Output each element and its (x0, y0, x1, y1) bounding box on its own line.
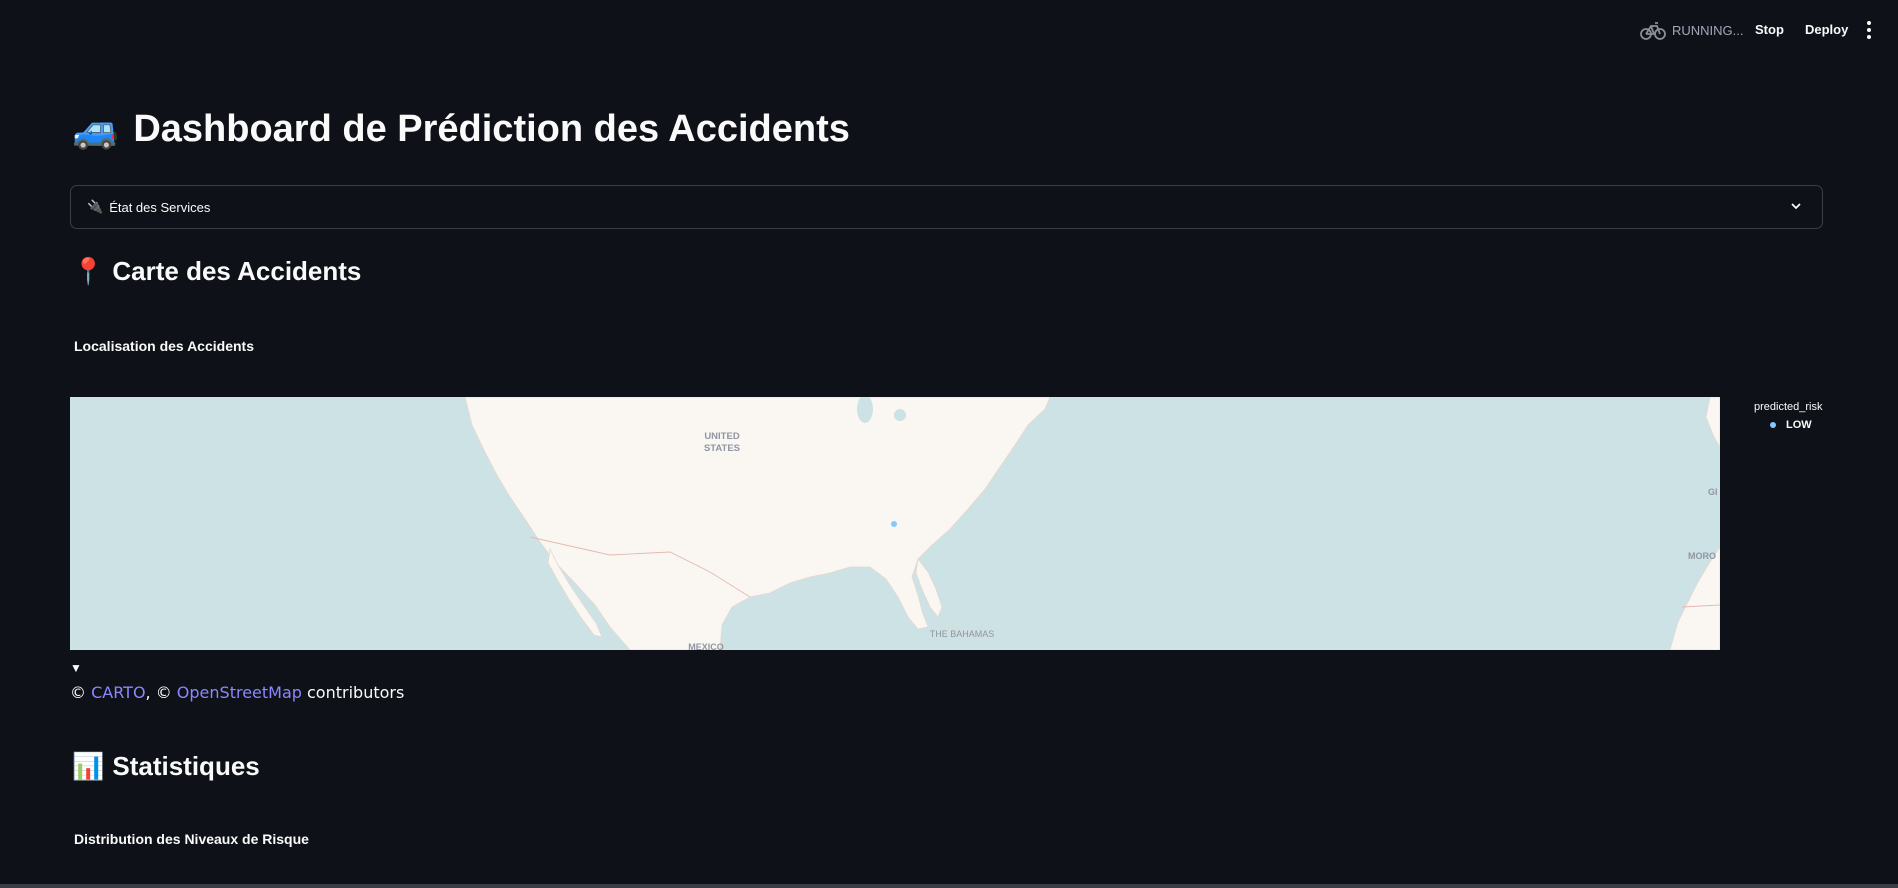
attribution-middle: , © (145, 683, 177, 702)
bar-chart-icon: 📊 (72, 751, 105, 782)
stats-heading-text: Statistiques (112, 751, 260, 781)
car-icon: 🚙 (72, 107, 120, 151)
status-text: RUNNING... (1672, 22, 1744, 38)
map-canvas: UNITED STATES MEXICO THE BAHAMAS MORO GI (464, 397, 1720, 650)
label-mexico: MEXICO (688, 642, 724, 650)
carto-link[interactable]: CARTO (91, 683, 145, 702)
stats-subheading: Distribution des Niveaux de Risque (74, 831, 309, 847)
deploy-button[interactable]: Deploy (1805, 22, 1848, 37)
attribution-suffix: contributors (301, 683, 405, 702)
map-attribution: © CARTO, © OpenStreetMap contributors (70, 683, 404, 702)
map-legend: predicted_risk LOW (1754, 401, 1822, 431)
label-us-1: UNITED (704, 431, 740, 442)
label-morocco: MORO (1688, 551, 1716, 561)
legend-title: predicted_risk (1754, 401, 1823, 413)
plug-icon: 🔌 (87, 199, 104, 215)
chevron-down-icon (1790, 200, 1802, 215)
morocco-land (1669, 546, 1720, 650)
page-title-text: Dashboard de Prédiction des Accidents (133, 108, 850, 150)
bottom-scrollbar[interactable] (0, 884, 1898, 888)
osm-link[interactable]: OpenStreetMap (177, 683, 302, 702)
map-heading-text: Carte des Accidents (112, 256, 362, 286)
accident-point[interactable] (891, 521, 897, 527)
stop-button[interactable]: Stop (1755, 22, 1784, 37)
attribution-toggle[interactable]: ▼ (70, 661, 82, 675)
vertical-dots-icon[interactable] (1864, 21, 1874, 39)
pin-icon: 📍 (72, 256, 105, 287)
north-america-land (464, 397, 1051, 650)
toolbar: RUNNING... Stop Deploy (0, 0, 1898, 60)
stats-heading: 📊 Statistiques (72, 751, 260, 782)
label-us-2: STATES (704, 443, 740, 454)
services-expander[interactable]: 🔌 État des Services (70, 185, 1823, 229)
accident-map[interactable]: UNITED STATES MEXICO THE BAHAMAS MORO GI (70, 397, 1720, 650)
map-subheading: Localisation des Accidents (74, 338, 254, 354)
page-title: 🚙 Dashboard de Prédiction des Accidents (72, 107, 850, 152)
attribution-prefix: © (70, 683, 92, 702)
label-bahamas: THE BAHAMAS (930, 629, 995, 639)
legend-dot (1770, 422, 1776, 428)
bicycle-icon (1640, 20, 1666, 40)
africa-land (1705, 397, 1720, 448)
running-status: RUNNING... (1640, 20, 1744, 40)
expander-label: État des Services (109, 199, 211, 215)
label-gi: GI (1708, 487, 1718, 497)
map-heading: 📍 Carte des Accidents (72, 256, 361, 287)
legend-item-low[interactable]: LOW (1770, 419, 1822, 431)
legend-label: LOW (1786, 419, 1812, 431)
